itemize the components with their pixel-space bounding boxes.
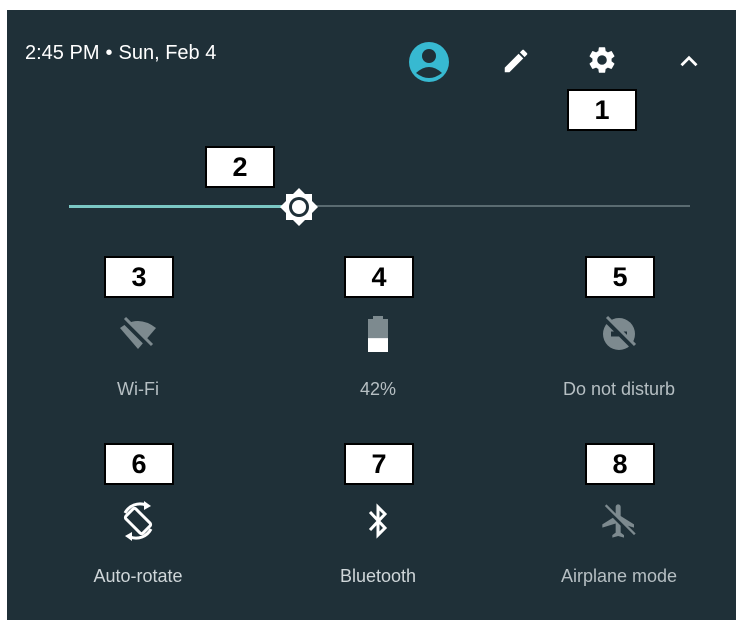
do-not-disturb-off-icon xyxy=(519,312,719,356)
collapse-icon[interactable] xyxy=(674,46,704,76)
callout-1: 1 xyxy=(567,89,637,131)
callout-2: 2 xyxy=(205,146,275,188)
tile-do-not-disturb[interactable]: Do not disturb xyxy=(519,257,719,407)
auto-rotate-icon xyxy=(38,499,238,543)
tile-label-do-not-disturb: Do not disturb xyxy=(562,379,676,399)
status-time: 2:45 PM xyxy=(25,42,100,64)
tile-label-auto-rotate: Auto-rotate xyxy=(93,566,183,586)
brightness-thumb-icon[interactable] xyxy=(279,187,319,227)
tile-airplane-mode[interactable]: Airplane mode xyxy=(519,444,719,594)
brightness-slider-fill[interactable] xyxy=(69,205,299,208)
edit-icon[interactable] xyxy=(500,45,532,77)
wifi-off-icon xyxy=(38,312,238,356)
airplane-icon xyxy=(519,499,719,543)
bluetooth-icon xyxy=(278,499,478,543)
tile-label-wifi: Wi-Fi xyxy=(117,379,159,399)
status-header: 2:45 PM • Sun, Feb 4 xyxy=(25,42,216,65)
settings-icon[interactable] xyxy=(584,42,620,78)
tile-wifi[interactable]: Wi-Fi xyxy=(38,257,238,407)
status-date: Sun, Feb 4 xyxy=(118,42,217,64)
tile-auto-rotate[interactable]: Auto-rotate xyxy=(38,444,238,594)
tile-label-airplane-mode: Airplane mode xyxy=(560,566,678,586)
tile-label-bluetooth: Bluetooth xyxy=(339,566,417,586)
account-icon[interactable] xyxy=(407,40,451,84)
status-separator: • xyxy=(105,42,113,64)
tile-bluetooth[interactable]: Bluetooth xyxy=(278,444,478,594)
tile-label-battery: 42% xyxy=(359,379,397,399)
tile-battery[interactable]: 42% xyxy=(278,257,478,407)
battery-icon xyxy=(278,312,478,356)
brightness-slider-track[interactable] xyxy=(298,205,690,207)
